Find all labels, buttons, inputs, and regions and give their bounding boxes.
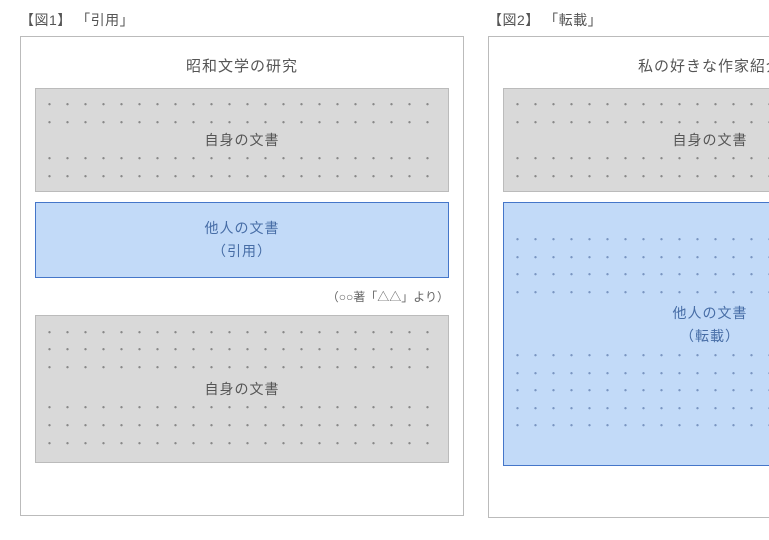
dots: ・・・・・・・・・・・・・・・・・・・・・・: [44, 211, 440, 217]
figure-1: 【図1】 「引用」 昭和文学の研究 ・・・・・・・・・・・・・・・・・・・・・・…: [20, 10, 464, 518]
dots: ・・・・・・・・・・・・・・・・・・・・・・ ・・・・・・・・・・・・・・・・・…: [44, 151, 440, 183]
block-label: 他人の文書: [44, 219, 440, 238]
diagram-container: 【図1】 「引用」 昭和文学の研究 ・・・・・・・・・・・・・・・・・・・・・・…: [20, 10, 749, 518]
dots: ・・・・・・・・・・・・・・・・・・・・・・ ・・・・・・・・・・・・・・・・・…: [512, 151, 769, 183]
block-sublabel: （引用）: [44, 242, 440, 261]
others-document-reprint-block: ・・・・・・・・・・・・・・・・・・・・・・ ・・・・・・・・・・・・・・・・・…: [503, 202, 769, 466]
dots: ・・・・・・・・・・・・・・・・・・・・・・ ・・・・・・・・・・・・・・・・・…: [512, 97, 769, 129]
block-label: 自身の文書: [512, 131, 769, 150]
figure-2: 【図2】 「転載」 私の好きな作家紹介 ・・・・・・・・・・・・・・・・・・・・…: [488, 10, 769, 518]
dots: ・・・・・・・・・・・・・・・・・・・・・・ ・・・・・・・・・・・・・・・・・…: [44, 325, 440, 378]
attribution: （○○著「△△」より）: [503, 476, 769, 493]
dots: ・・・・・・・・・・・・・・・・・・・・・・: [44, 263, 440, 269]
figure-1-label: 【図1】 「引用」: [20, 10, 464, 30]
block-sublabel: （転載）: [512, 327, 769, 346]
block-label: 自身の文書: [44, 380, 440, 399]
figure-2-panel: 私の好きな作家紹介 ・・・・・・・・・・・・・・・・・・・・・・ ・・・・・・・…: [488, 36, 769, 518]
figure-2-label: 【図2】 「転載」: [488, 10, 769, 30]
figure-1-panel: 昭和文学の研究 ・・・・・・・・・・・・・・・・・・・・・・ ・・・・・・・・・…: [20, 36, 464, 516]
figure-1-title: 昭和文学の研究: [35, 55, 449, 76]
own-document-block: ・・・・・・・・・・・・・・・・・・・・・・ ・・・・・・・・・・・・・・・・・…: [35, 88, 449, 192]
block-label: 自身の文書: [44, 131, 440, 150]
attribution: （○○著「△△」より）: [35, 288, 449, 305]
dots: ・・・・・・・・・・・・・・・・・・・・・・ ・・・・・・・・・・・・・・・・・…: [44, 97, 440, 129]
own-document-block: ・・・・・・・・・・・・・・・・・・・・・・ ・・・・・・・・・・・・・・・・・…: [503, 88, 769, 192]
own-document-block: ・・・・・・・・・・・・・・・・・・・・・・ ・・・・・・・・・・・・・・・・・…: [35, 315, 449, 463]
others-document-quote-block: ・・・・・・・・・・・・・・・・・・・・・・ 他人の文書 （引用） ・・・・・・…: [35, 202, 449, 278]
dots: ・・・・・・・・・・・・・・・・・・・・・・ ・・・・・・・・・・・・・・・・・…: [512, 232, 769, 302]
dots: ・・・・・・・・・・・・・・・・・・・・・・ ・・・・・・・・・・・・・・・・・…: [44, 400, 440, 453]
figure-2-title: 私の好きな作家紹介: [503, 55, 769, 76]
block-label: 他人の文書: [512, 304, 769, 323]
dots: ・・・・・・・・・・・・・・・・・・・・・・ ・・・・・・・・・・・・・・・・・…: [512, 348, 769, 436]
